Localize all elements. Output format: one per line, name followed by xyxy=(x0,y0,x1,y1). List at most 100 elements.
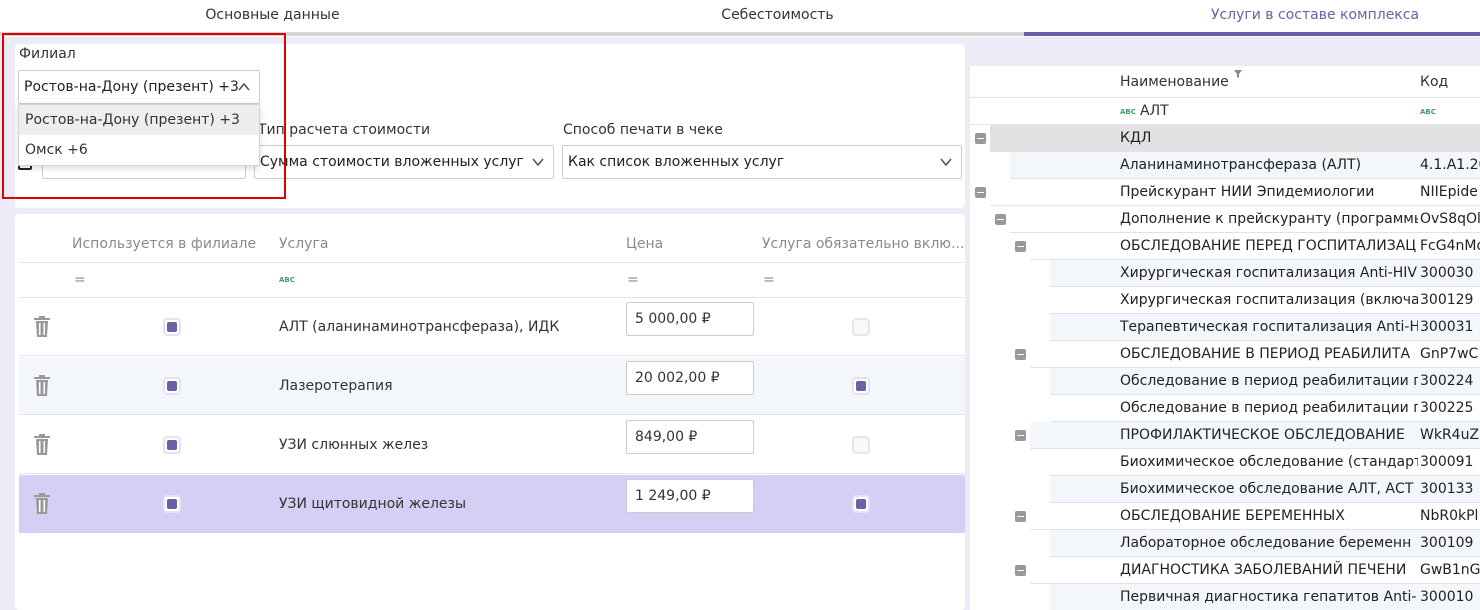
print-mode-value: Как список вложенных услуг xyxy=(568,154,785,170)
trash-icon[interactable] xyxy=(33,316,51,338)
tree-row-code: GnP7wC xyxy=(1420,346,1479,362)
price-input[interactable]: 20 002,00 ₽ xyxy=(626,361,754,395)
required-checkbox[interactable] xyxy=(852,318,870,336)
required-checkbox[interactable] xyxy=(852,436,870,454)
filter-required[interactable]: = xyxy=(763,272,775,288)
tab-complex-services[interactable]: Услуги в составе комплекса xyxy=(1080,0,1480,34)
tree-row-code: 300224 xyxy=(1420,373,1474,389)
tree-row-name: ДИАГНОСТИКА ЗАБОЛЕВАНИЙ ПЕЧЕНИ xyxy=(1120,562,1407,578)
col-header-required[interactable]: Услуга обязательно вклю... xyxy=(762,236,964,252)
tree-row-code: 300225 xyxy=(1420,400,1474,416)
col-header-price[interactable]: Цена xyxy=(626,236,663,252)
tree-row-code: 4.1.A1.20 xyxy=(1420,157,1480,173)
filter-icon[interactable] xyxy=(1234,70,1242,78)
calc-type-select[interactable]: Сумма стоимости вложенных услуг xyxy=(254,145,554,179)
tree-row[interactable]: Прейскурант НИИ Эпидемиологии NIIEpide xyxy=(990,179,1480,206)
tree-row-code: 300129 xyxy=(1420,292,1474,308)
tree-row[interactable]: ОБСЛЕДОВАНИЕ ПЕРЕД ГОСПИТАЛИЗАЦ FcG4nMo xyxy=(1030,233,1480,260)
tree-row[interactable]: Лабораторное обследование беременн 300109 xyxy=(1050,530,1480,557)
tree-row-name: Хирургическая госпитализация (включа xyxy=(1120,292,1418,308)
service-name: АЛТ (аланинаминотрансфераза), ИДК xyxy=(279,319,560,335)
chevron-down-icon[interactable] xyxy=(939,155,953,169)
collapse-icon[interactable] xyxy=(975,133,986,144)
tree-row[interactable]: Обследование в период реабилитации п 3002… xyxy=(1050,368,1480,395)
used-checkbox[interactable] xyxy=(163,436,181,454)
filter-price[interactable]: = xyxy=(627,272,639,288)
used-checkbox[interactable] xyxy=(163,318,181,336)
tree-row-name: Хирургическая госпитализация Anti-HIV xyxy=(1120,265,1417,281)
tree-row-name: ОБСЛЕДОВАНИЕ ПЕРЕД ГОСПИТАЛИЗАЦ xyxy=(1120,238,1417,254)
highlight-box xyxy=(2,33,286,199)
tree-row-name: ПРОФИЛАКТИЧЕСКОЕ ОБСЛЕДОВАНИЕ xyxy=(1120,427,1405,443)
required-checkbox[interactable] xyxy=(852,495,870,513)
tree-row-name: Прейскурант НИИ Эпидемиологии xyxy=(1120,184,1375,200)
tree-row-name: Обследование в период реабилитации п xyxy=(1120,373,1418,389)
tab-cost[interactable]: Себестоимость xyxy=(525,0,1030,34)
tree-row[interactable]: Обследование в период реабилитации п 3002… xyxy=(1050,395,1480,422)
service-name: УЗИ щитовидной железы xyxy=(279,496,467,512)
collapse-icon[interactable] xyxy=(1015,511,1026,522)
tree-filter-name[interactable]: АЛТ xyxy=(1140,103,1169,119)
services-tree: Наименование Код ABC АЛТ ABC КДЛ Аланина… xyxy=(970,66,1480,610)
tree-row[interactable]: Аланинаминотрансфераза (АЛТ) 4.1.A1.20 xyxy=(1010,152,1480,179)
collapse-icon[interactable] xyxy=(1015,430,1026,441)
text-filter-icon[interactable]: ABC xyxy=(1120,108,1136,116)
used-checkbox[interactable] xyxy=(163,495,181,513)
trash-icon[interactable] xyxy=(33,375,51,397)
tree-row[interactable]: Первичная диагностика гепатитов Anti- 300… xyxy=(1050,584,1480,610)
price-input[interactable]: 849,00 ₽ xyxy=(626,420,754,454)
table-row-selected[interactable] xyxy=(19,475,965,533)
tree-row[interactable]: КДЛ xyxy=(990,125,1480,152)
tree-row-code: 300010 xyxy=(1420,589,1474,605)
collapse-icon[interactable] xyxy=(1015,241,1026,252)
collapse-icon[interactable] xyxy=(1015,565,1026,576)
text-filter-icon[interactable]: ABC xyxy=(1420,108,1436,116)
service-name: Лазеротерапия xyxy=(279,378,393,394)
calc-type-value: Сумма стоимости вложенных услуг xyxy=(260,154,524,170)
row-divider xyxy=(970,97,1480,98)
tree-row-name: Обследование в период реабилитации п xyxy=(1120,400,1418,416)
trash-icon[interactable] xyxy=(33,493,51,515)
col-header-service[interactable]: Услуга xyxy=(279,236,328,252)
tree-row-name: Дополнение к прейскуранту (программы xyxy=(1120,211,1418,227)
tree-row[interactable]: Хирургическая госпитализация Anti-HIV 300… xyxy=(1050,260,1480,287)
tree-row-code: NbR0kPl xyxy=(1420,508,1479,524)
print-mode-label: Способ печати в чеке xyxy=(563,122,723,138)
tree-col-header-code[interactable]: Код xyxy=(1420,74,1448,90)
filter-used[interactable]: = xyxy=(74,272,86,288)
tab-main-data[interactable]: Основные данные xyxy=(0,0,545,34)
tree-row[interactable]: Биохимическое обследование (стандарт 3000… xyxy=(1050,449,1480,476)
trash-icon[interactable] xyxy=(33,434,51,456)
tree-col-header-name[interactable]: Наименование xyxy=(1120,74,1229,90)
tree-row[interactable]: ПРОФИЛАКТИЧЕСКОЕ ОБСЛЕДОВАНИЕ WkR4uZ xyxy=(1030,422,1480,449)
tree-row[interactable]: Дополнение к прейскуранту (программы OvS8… xyxy=(1010,206,1480,233)
tree-row-code: WkR4uZ xyxy=(1420,427,1480,443)
tree-row[interactable]: ОБСЛЕДОВАНИЕ БЕРЕМЕННЫХ NbR0kPl xyxy=(1030,503,1480,530)
tree-row-code: 300133 xyxy=(1420,481,1474,497)
used-checkbox[interactable] xyxy=(163,377,181,395)
print-mode-select[interactable]: Как список вложенных услуг xyxy=(562,145,962,179)
tree-row[interactable]: Биохимическое обследование АЛТ, АСТ 30013… xyxy=(1050,476,1480,503)
tree-row-name: Биохимическое обследование АЛТ, АСТ xyxy=(1120,481,1414,497)
tree-row[interactable]: Терапевтическая госпитализация Anti-H 300… xyxy=(1050,314,1480,341)
collapse-icon[interactable] xyxy=(975,187,986,198)
collapse-icon[interactable] xyxy=(1015,349,1026,360)
tree-row[interactable]: ОБСЛЕДОВАНИЕ В ПЕРИОД РЕАБИЛИТА GnP7wC xyxy=(1030,341,1480,368)
tree-row-name: ОБСЛЕДОВАНИЕ В ПЕРИОД РЕАБИЛИТА xyxy=(1120,346,1411,362)
chevron-down-icon[interactable] xyxy=(531,155,545,169)
collapse-icon[interactable] xyxy=(995,214,1006,225)
tree-row-code: NIIEpide xyxy=(1420,184,1478,200)
tree-row-code: 300030 xyxy=(1420,265,1474,281)
tree-row[interactable]: ДИАГНОСТИКА ЗАБОЛЕВАНИЙ ПЕЧЕНИ GwB1nG xyxy=(1030,557,1480,584)
price-input[interactable]: 5 000,00 ₽ xyxy=(626,302,754,336)
price-input[interactable]: 1 249,00 ₽ xyxy=(626,479,754,513)
table-row[interactable] xyxy=(19,357,965,415)
col-header-used[interactable]: Используется в филиале xyxy=(72,236,256,252)
table-row[interactable] xyxy=(19,416,965,474)
tree-row-code: 300091 xyxy=(1420,454,1474,470)
text-filter-icon[interactable]: ABC xyxy=(279,276,295,284)
tree-row-code: GwB1nG xyxy=(1420,562,1480,578)
tree-row-name: Первичная диагностика гепатитов Anti- xyxy=(1120,589,1417,605)
tree-row[interactable]: Хирургическая госпитализация (включа 3001… xyxy=(1050,287,1480,314)
required-checkbox[interactable] xyxy=(852,377,870,395)
